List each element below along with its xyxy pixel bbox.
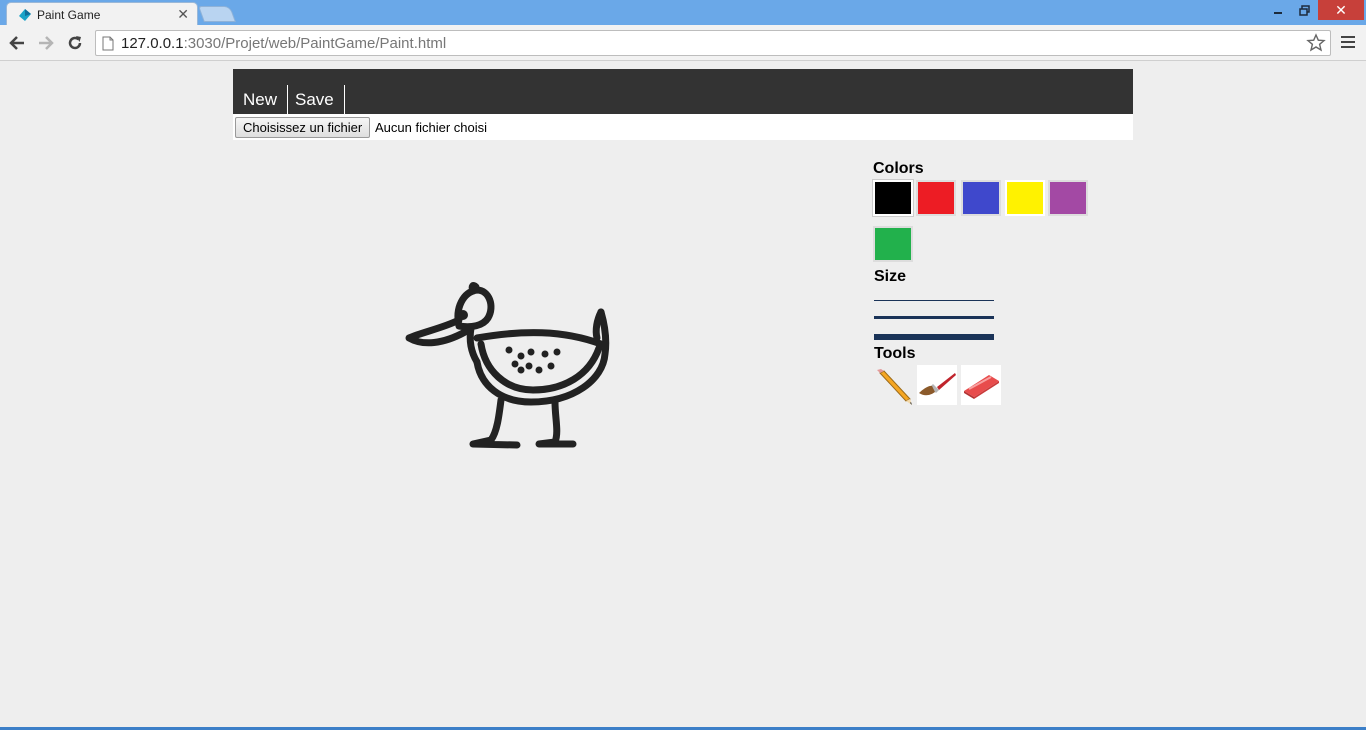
- window-close-button[interactable]: ✕: [1318, 0, 1364, 20]
- new-tab-button[interactable]: [198, 6, 236, 22]
- close-icon: ✕: [1335, 1, 1347, 18]
- size-option-small[interactable]: [874, 300, 994, 301]
- color-swatch-red[interactable]: [916, 180, 956, 216]
- eraser-tool[interactable]: [961, 365, 1001, 405]
- duck-dot: [553, 348, 561, 356]
- color-swatch-green[interactable]: [873, 226, 913, 262]
- color-swatch-purple[interactable]: [1048, 180, 1088, 216]
- duck-dot: [517, 366, 525, 374]
- new-button[interactable]: New: [233, 85, 289, 114]
- size-title: Size: [874, 268, 907, 285]
- brush-tool[interactable]: [917, 365, 957, 405]
- duck-dot: [517, 352, 525, 360]
- colors-title: Colors: [873, 160, 924, 177]
- duck-dot: [541, 350, 549, 358]
- menu-bar-icon: [1341, 41, 1355, 43]
- forward-button[interactable]: [34, 31, 58, 55]
- address-bar[interactable]: 127.0.0.1:3030/Projet/web/PaintGame/Pain…: [95, 30, 1331, 56]
- duck-dot: [511, 360, 519, 368]
- restore-button[interactable]: [1291, 0, 1317, 20]
- duck-dot: [547, 362, 555, 370]
- choose-file-button[interactable]: Choisissez un fichier: [235, 117, 371, 138]
- size-option-medium[interactable]: [874, 316, 994, 319]
- back-button[interactable]: [5, 31, 29, 55]
- menu-bar-icon: [1341, 46, 1355, 48]
- forward-arrow-icon: [39, 36, 54, 50]
- minimize-icon: [1274, 12, 1282, 14]
- restore-icon: [1298, 4, 1310, 16]
- browser-toolbar: 127.0.0.1:3030/Projet/web/PaintGame/Pain…: [0, 25, 1366, 61]
- bookmark-star-icon[interactable]: [1306, 33, 1326, 53]
- duck-dot: [527, 348, 535, 356]
- browser-tab[interactable]: Paint Game ✕: [6, 2, 198, 26]
- url-host: 127.0.0.1: [121, 35, 184, 52]
- url-text: 127.0.0.1:3030/Projet/web/PaintGame/Pain…: [121, 35, 446, 52]
- brush-icon: [919, 373, 956, 396]
- tools-title: Tools: [874, 345, 916, 362]
- duck-eye-dot: [458, 310, 468, 320]
- browser-titlebar: Paint Game ✕ ✕: [0, 0, 1366, 26]
- pencil-tool[interactable]: [874, 365, 914, 405]
- url-path: :3030/Projet/web/PaintGame/Paint.html: [183, 35, 447, 52]
- reload-button[interactable]: [63, 31, 87, 55]
- file-status-text: Aucun fichier choisi: [375, 120, 487, 135]
- color-swatch-blue[interactable]: [961, 180, 1001, 216]
- size-option-large[interactable]: [874, 334, 994, 340]
- save-button[interactable]: Save: [285, 85, 345, 114]
- tab-close-icon[interactable]: ✕: [177, 6, 189, 23]
- duck-drawing-icon: [405, 282, 610, 449]
- duck-dot: [535, 366, 543, 374]
- drawing-canvas[interactable]: [233, 140, 853, 560]
- browser-menu-button[interactable]: [1338, 33, 1358, 53]
- back-arrow-icon: [9, 36, 24, 50]
- reload-icon: [68, 36, 82, 50]
- favicon-icon: [19, 9, 31, 21]
- app-navbar: New Save: [233, 69, 1133, 114]
- menu-bar-icon: [1341, 36, 1355, 38]
- pencil-icon: [877, 369, 912, 405]
- tab-title: Paint Game: [37, 8, 101, 22]
- page-icon: [102, 36, 114, 51]
- duck-dot: [505, 346, 513, 354]
- color-swatch-black[interactable]: [873, 180, 913, 216]
- file-input-row: Choisissez un fichier Aucun fichier choi…: [233, 114, 1133, 140]
- minimize-button[interactable]: [1265, 0, 1291, 20]
- eraser-icon: [964, 375, 999, 399]
- color-swatch-yellow[interactable]: [1005, 180, 1045, 216]
- duck-dot: [525, 362, 533, 370]
